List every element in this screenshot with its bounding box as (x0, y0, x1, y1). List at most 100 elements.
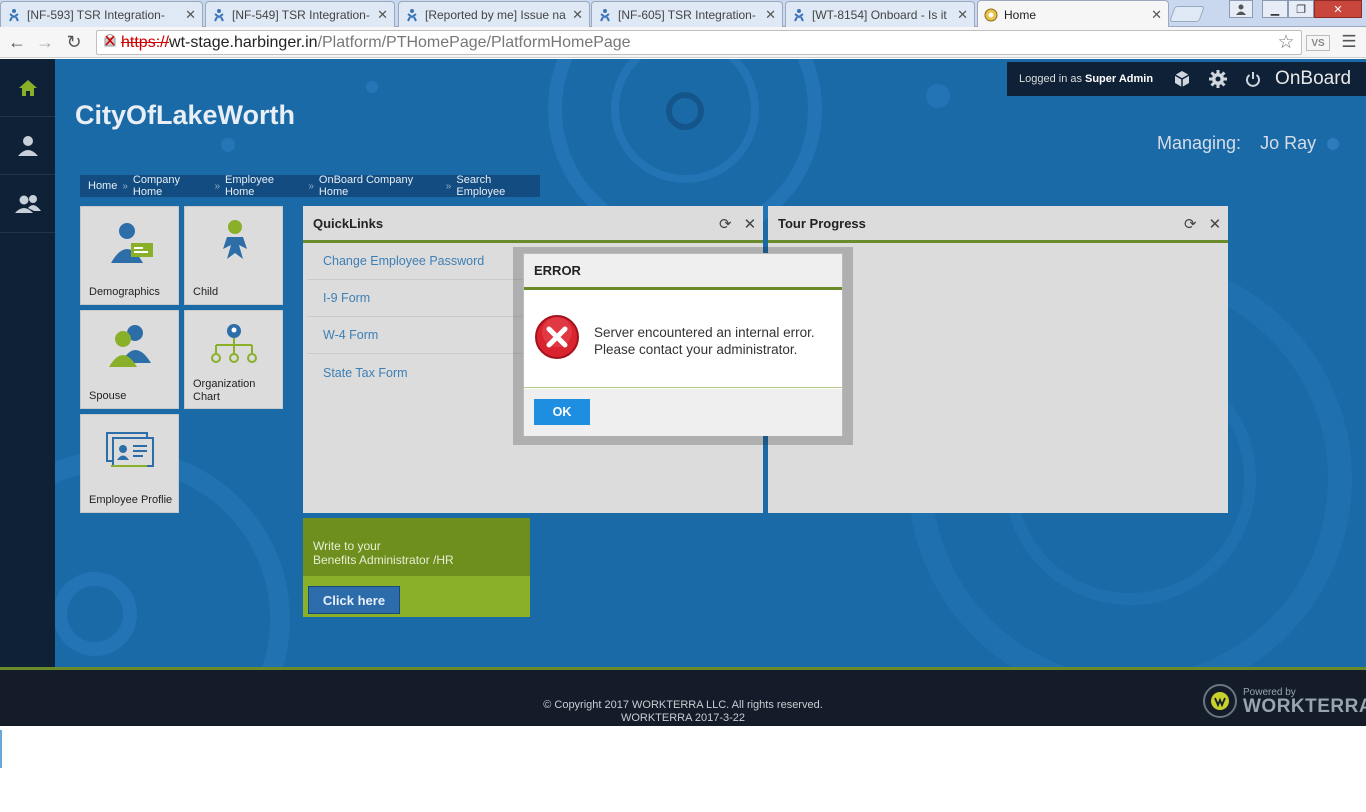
benefits-contact-box: Write to your Benefits Administrator /HR… (303, 518, 530, 617)
tile-label: Organization Chart (193, 378, 256, 403)
click-here-button[interactable]: Click here (308, 586, 400, 614)
bookmark-star-icon[interactable]: ☆ (1275, 32, 1297, 53)
tile-child[interactable]: Child (184, 206, 283, 305)
nav-group[interactable] (0, 175, 55, 233)
globe-icon (984, 8, 998, 22)
jira-icon (598, 8, 612, 22)
page-footer: © Copyright 2017 WORKTERRA LLC. All righ… (0, 667, 1366, 726)
app-main: Logged in as Super Admin OnBoard CityOfL… (0, 59, 1366, 726)
nav-employee[interactable] (0, 117, 55, 175)
maximize-button[interactable]: ❐ (1288, 0, 1314, 18)
home-icon (18, 79, 37, 96)
benefits-text: Write to your Benefits Administrator /HR (303, 518, 530, 576)
managing-info: Managing: Jo Ray (1157, 133, 1340, 154)
panel-controls: ⟳ ✕ (1184, 215, 1221, 233)
gear-icon[interactable] (1209, 70, 1228, 88)
reload-icon: ↻ (66, 31, 82, 52)
benefits-line-1: Write to your (313, 539, 381, 553)
close-icon[interactable]: ✕ (744, 215, 757, 233)
jira-icon (792, 8, 806, 22)
refresh-icon[interactable]: ⟳ (719, 215, 732, 233)
panel-controls: ⟳ ✕ (719, 215, 756, 233)
tab-title: [WT-8154] Onboard - Is it (812, 7, 947, 22)
tile-spouse[interactable]: Spouse (80, 310, 179, 409)
tab-title: [NF-605] TSR Integration- (618, 7, 756, 22)
breadcrumb-separator: » (214, 180, 221, 192)
breadcrumb-search-employee[interactable]: Search Employee (456, 174, 540, 198)
back-button[interactable]: ← (6, 32, 28, 52)
footer-text: © Copyright 2017 WORKTERRA LLC. All righ… (0, 699, 1366, 725)
tile-label: Employee Proflie (89, 494, 173, 506)
extension-button[interactable]: VS (1306, 35, 1330, 51)
id-card-icon (106, 432, 154, 467)
address-bar[interactable]: https:// wt-stage.harbinger.in /Platform… (96, 30, 1302, 55)
new-tab-button[interactable] (1169, 6, 1205, 22)
close-tab-icon[interactable]: ✕ (377, 7, 388, 23)
version: WORKTERRA 2017-3-22 (620, 712, 746, 724)
nav-home[interactable] (0, 59, 55, 117)
managing-employee[interactable]: Jo Ray (1260, 133, 1316, 153)
cube-icon[interactable] (1173, 70, 1191, 88)
browser-tab[interactable]: [WT-8154] Onboard - Is it ✕ (785, 1, 975, 27)
tile-label: Spouse (89, 390, 127, 402)
logged-in-user: Super Admin (1085, 73, 1154, 85)
breadcrumb-home[interactable]: Home (88, 180, 117, 192)
dialog-message: Server encountered an internal error. Pl… (594, 324, 815, 358)
tile-employee-profile[interactable]: Employee Proflie (80, 414, 179, 513)
breadcrumb-employee-home[interactable]: Employee Home (225, 174, 303, 198)
profile-button[interactable] (1229, 0, 1253, 18)
company-name: CityOfLakeWorth (75, 100, 296, 130)
tile-label: Child (193, 286, 219, 298)
browser-tab-strip: [NF-593] TSR Integration- ✕ [NF-549] TSR… (0, 0, 1366, 28)
person-icon (1236, 4, 1246, 15)
browser-tab[interactable]: [NF-605] TSR Integration- ✕ (591, 1, 783, 27)
close-tab-icon[interactable]: ✕ (957, 7, 968, 23)
breadcrumb-onboard-company-home[interactable]: OnBoard Company Home (319, 174, 441, 198)
breadcrumb-separator: » (308, 180, 314, 192)
user-bar: Logged in as Super Admin OnBoard (1007, 62, 1366, 96)
refresh-icon[interactable]: ⟳ (1184, 215, 1197, 233)
blank-area (0, 726, 1366, 812)
tab-title: [NF-549] TSR Integration- (232, 7, 370, 22)
close-tab-icon[interactable]: ✕ (1151, 7, 1162, 23)
reload-button[interactable]: ↻ (63, 32, 85, 52)
breadcrumb-separator: » (122, 180, 128, 192)
tab-title: Home (1004, 7, 1037, 22)
user-icon (17, 135, 38, 156)
close-window-button[interactable]: ✕ (1314, 0, 1362, 18)
dialog-footer: OK (524, 389, 842, 436)
org-chart-icon (211, 324, 257, 363)
breadcrumb-company-home[interactable]: Company Home (133, 174, 210, 198)
power-icon[interactable] (1245, 71, 1261, 87)
menu-icon[interactable]: ☰ (1338, 32, 1360, 52)
browser-tab[interactable]: [NF-549] TSR Integration- ✕ (205, 1, 395, 27)
jira-icon (7, 8, 21, 22)
url-host: wt-stage.harbinger.in (169, 33, 318, 51)
error-icon (535, 315, 579, 359)
ok-button[interactable]: OK (534, 399, 590, 425)
minimize-button[interactable]: ▁ (1262, 0, 1288, 18)
close-tab-icon[interactable]: ✕ (765, 7, 776, 23)
close-icon[interactable]: ✕ (1209, 215, 1222, 233)
close-tab-icon[interactable]: ✕ (185, 7, 196, 23)
insecure-lock-icon (103, 33, 117, 52)
close-tab-icon[interactable]: ✕ (572, 7, 583, 23)
forward-button[interactable]: → (34, 32, 56, 52)
spouse-icon (109, 325, 151, 367)
dialog-title: ERROR (524, 254, 842, 290)
info-icon[interactable] (1327, 138, 1340, 151)
managing-label: Managing: (1157, 133, 1242, 153)
left-navigation (0, 59, 55, 667)
arrow-right-icon: → (36, 31, 54, 52)
tile-demographics[interactable]: Demographics (80, 206, 179, 305)
browser-tab-active[interactable]: Home ✕ (977, 0, 1169, 28)
users-icon (14, 194, 41, 213)
tab-title: [Reported by me] Issue na (425, 7, 566, 22)
dialog-message-line-2: Please contact your administrator. (594, 342, 798, 357)
workterra-logo-icon (1203, 684, 1237, 718)
logged-in-label: Logged in as (1019, 73, 1082, 85)
browser-tab[interactable]: [NF-593] TSR Integration- ✕ (0, 1, 203, 27)
browser-tab[interactable]: [Reported by me] Issue na ✕ (398, 1, 590, 27)
baby-icon (223, 220, 247, 259)
tile-organization-chart[interactable]: Organization Chart (184, 310, 283, 409)
